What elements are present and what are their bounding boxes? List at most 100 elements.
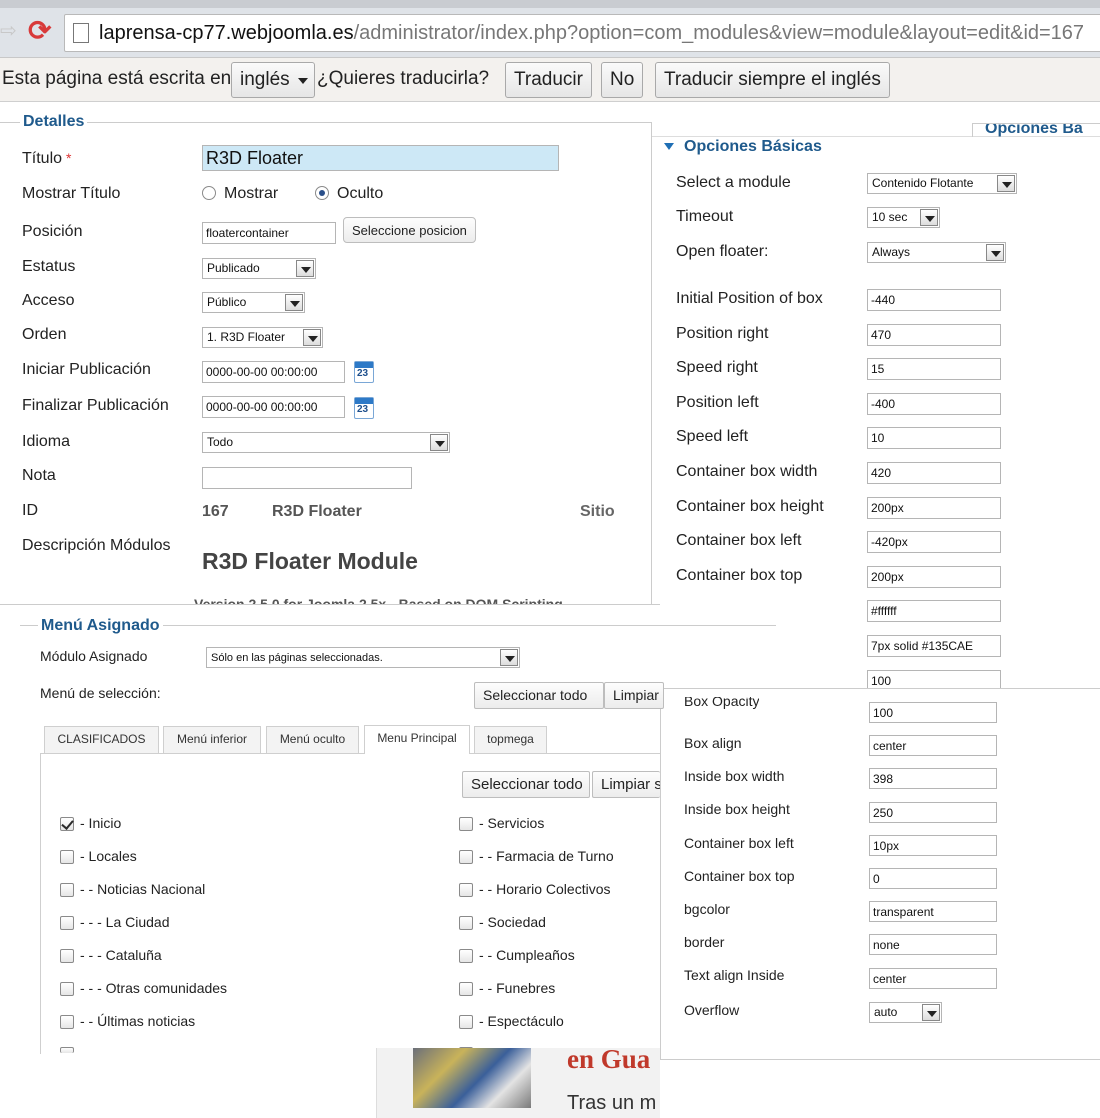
menu-item-label[interactable]: - - Cumpleaños xyxy=(479,947,575,963)
option-input[interactable]: 250 xyxy=(869,801,997,823)
other-options-title: Opciones Ba xyxy=(985,123,1083,137)
menu-item-label[interactable]: - - - La Ciudad xyxy=(80,914,169,930)
menu-item-checkbox[interactable] xyxy=(459,916,473,930)
menu-item-checkbox[interactable] xyxy=(459,1015,473,1029)
order-label: Orden xyxy=(22,326,67,343)
option-input[interactable]: 100 xyxy=(869,702,997,723)
status-select[interactable]: Publicado xyxy=(202,258,316,279)
menu-item-label[interactable]: - - Últimas noticias xyxy=(80,1013,195,1029)
title-input[interactable]: R3D Floater xyxy=(202,145,559,171)
assigned-select[interactable]: Sólo en las páginas seleccionadas. xyxy=(206,647,520,668)
menu-item-label[interactable]: - Servicios xyxy=(479,815,544,831)
menu-item-checkbox[interactable] xyxy=(60,1047,74,1053)
open-floater-label: Open floater: xyxy=(676,243,769,260)
address-bar[interactable]: laprensa-cp77.webjoomla.es/administrator… xyxy=(64,14,1100,52)
menu-item-checkbox[interactable] xyxy=(60,916,74,930)
menu-item-checkbox[interactable] xyxy=(459,949,473,963)
calendar-icon[interactable]: 23 xyxy=(354,397,374,419)
menu-item-checkbox[interactable] xyxy=(60,949,74,963)
option-input[interactable]: 15 xyxy=(867,358,1001,381)
clear-button-top[interactable]: Limpiar xyxy=(604,682,664,709)
browser-tab-strip xyxy=(0,0,1100,8)
menu-item-label[interactable]: - Sociedad xyxy=(479,914,546,930)
select-position-button[interactable]: Seleccione posicion xyxy=(343,217,476,243)
calendar-icon[interactable]: 23 xyxy=(354,361,374,383)
menu-item-label[interactable]: - Espectáculo xyxy=(479,1013,564,1029)
menu-item-checkbox[interactable] xyxy=(60,883,74,897)
menu-item-label[interactable]: - Locales xyxy=(80,848,137,864)
article-headline[interactable]: en Gua xyxy=(567,1044,650,1075)
menu-item-label[interactable]: - - - Otras comunidades xyxy=(80,980,227,996)
tab-menu-inferior[interactable]: Menú inferior xyxy=(163,726,261,753)
menu-item-label[interactable]: - - - Cataluña xyxy=(80,947,162,963)
show-title-radio-show[interactable] xyxy=(202,186,216,200)
order-select[interactable]: 1. R3D Floater xyxy=(202,327,323,348)
option-label: Speed left xyxy=(676,428,749,446)
select-all-button[interactable]: Seleccionar todo xyxy=(462,771,590,798)
translate-prefix: Esta página está escrita en xyxy=(2,68,232,89)
basic-options-title[interactable]: Opciones Básicas xyxy=(684,138,822,156)
note-label: Nota xyxy=(22,467,56,484)
option-input[interactable]: 7px solid #135CAE xyxy=(867,635,1001,657)
tab-menu-principal[interactable]: Menu Principal xyxy=(364,725,470,754)
back-icon[interactable]: ⇨ xyxy=(0,20,17,42)
menu-item-checkbox[interactable] xyxy=(60,1015,74,1029)
option-input[interactable]: 200px xyxy=(867,496,1001,519)
option-input[interactable]: -400 xyxy=(867,392,1001,415)
tab-topmega[interactable]: topmega xyxy=(474,726,547,753)
option-input[interactable]: 398 xyxy=(869,768,997,790)
menu-item-label[interactable]: - Inicio xyxy=(80,815,121,831)
menu-item-checkbox[interactable] xyxy=(459,883,473,897)
option-input[interactable]: 470 xyxy=(867,323,1001,346)
option-label: Box Opacity xyxy=(684,697,760,709)
no-translate-button[interactable]: No xyxy=(601,62,644,98)
end-publish-input[interactable]: 0000-00-00 00:00:00 xyxy=(202,396,345,418)
tab-menu-oculto[interactable]: Menú oculto xyxy=(266,726,359,753)
option-input[interactable]: 420 xyxy=(867,462,1001,484)
translate-question: ¿Quieres traducirla? xyxy=(317,68,490,89)
option-input[interactable]: 10 xyxy=(867,427,1001,450)
article-thumbnail[interactable] xyxy=(413,1048,531,1108)
tab-clasificados[interactable]: CLASIFICADOS xyxy=(44,726,159,753)
select-module-select[interactable]: Contenido Flotante xyxy=(867,173,1017,194)
open-floater-select[interactable]: Always xyxy=(867,242,1006,263)
reload-icon[interactable]: ⟳ xyxy=(28,16,58,46)
option-input[interactable]: 10px xyxy=(869,834,997,856)
option-input[interactable]: -420px xyxy=(867,531,1001,554)
collapse-triangle-icon[interactable] xyxy=(664,143,674,150)
menu-item-label[interactable]: - - Funebres xyxy=(479,980,555,996)
chevron-down-icon xyxy=(920,209,938,226)
menu-item-checkbox[interactable] xyxy=(60,850,74,864)
always-translate-button[interactable]: Traducir siempre el inglés xyxy=(655,62,890,98)
menu-item-checkbox[interactable] xyxy=(60,817,74,831)
menu-item-label[interactable]: - - Noticias Nacional xyxy=(80,881,205,897)
option-input[interactable]: 0 xyxy=(869,868,997,889)
show-title-radio-hide[interactable] xyxy=(315,186,329,200)
option-input[interactable]: #ffffff xyxy=(867,600,1001,623)
position-input[interactable]: floatercontainer xyxy=(202,222,336,244)
option-input[interactable]: transparent xyxy=(869,901,997,923)
option-input[interactable]: 200px xyxy=(867,565,1001,588)
menu-item-label[interactable]: - - Farmacia de Turno xyxy=(479,848,614,864)
clear-button[interactable]: Limpiar s xyxy=(592,771,660,798)
menu-item-checkbox[interactable] xyxy=(60,982,74,996)
option-input[interactable]: none xyxy=(869,934,997,956)
option-input[interactable]: center xyxy=(869,967,997,989)
option-input[interactable]: center xyxy=(869,735,997,757)
overflow-select[interactable]: auto xyxy=(869,1002,942,1023)
translate-button[interactable]: Traducir xyxy=(505,62,592,98)
start-publish-input[interactable]: 0000-00-00 00:00:00 xyxy=(202,361,345,383)
language-select[interactable]: Todo xyxy=(202,432,450,453)
chevron-down-icon xyxy=(986,244,1004,261)
access-select[interactable]: Público xyxy=(202,292,305,313)
menu-item-checkbox[interactable] xyxy=(459,850,473,864)
option-label: bgcolor xyxy=(684,901,730,917)
menu-item-label[interactable]: - - Horario Colectivos xyxy=(479,881,610,897)
language-select[interactable]: inglés xyxy=(231,62,315,98)
menu-item-checkbox[interactable] xyxy=(459,982,473,996)
option-input[interactable]: -440 xyxy=(867,289,1001,311)
menu-item-checkbox[interactable] xyxy=(459,817,473,831)
timeout-select[interactable]: 10 sec xyxy=(867,207,940,228)
select-all-button-top[interactable]: Seleccionar todo xyxy=(474,682,604,709)
note-input[interactable] xyxy=(202,467,412,489)
